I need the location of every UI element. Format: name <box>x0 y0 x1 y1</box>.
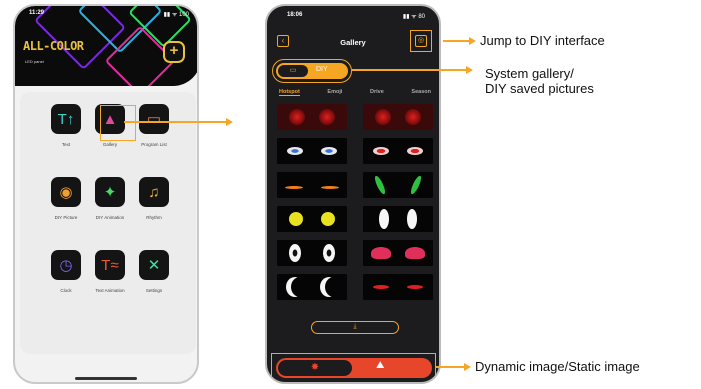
callout-dynamic-static: Dynamic image/Static image <box>475 359 640 374</box>
home-screen-phone: 11:29 ▮▮ ᯤ 100 ALL-COLOR LED panel + T↑ … <box>13 4 199 384</box>
app-logo: ALL-COLOR <box>23 39 84 53</box>
gallery-screen-phone: 18:06 ▮▮ ᯤ 80 ‹ Gallery ◎ ▭ DIY Hotspot … <box>265 4 441 384</box>
eye-image <box>407 285 423 289</box>
picture-icon: ⛰ <box>376 360 385 371</box>
gallery-item[interactable] <box>363 240 433 266</box>
status-icons: ▮▮ ᯤ 100 <box>163 12 189 18</box>
eye-image <box>325 277 343 297</box>
eye-image <box>373 285 389 289</box>
gallery-item[interactable] <box>277 138 347 164</box>
system-gallery-icon[interactable]: ▭ <box>278 65 308 77</box>
tab-hotspot[interactable]: Hotspot <box>279 89 300 96</box>
diy-edit-icon: ◎ <box>417 37 425 44</box>
gallery-item[interactable] <box>363 172 433 198</box>
callout-arrow-line <box>352 69 466 71</box>
callout-arrow-line <box>443 40 469 42</box>
callout-arrow-line <box>124 121 226 123</box>
status-time: 11:29 <box>29 10 45 16</box>
diy-picture-icon: ◉ <box>51 177 81 207</box>
tab-season[interactable]: Season <box>411 89 431 96</box>
star-burst-icon: ✸ <box>310 362 320 373</box>
text-animation-icon: T≈ <box>95 250 125 280</box>
gallery-highlight-box <box>100 105 136 141</box>
gallery-grid <box>277 104 433 314</box>
gallery-item[interactable] <box>277 240 347 266</box>
callout-system-gallery-line1: System gallery/ <box>485 66 574 81</box>
gallery-item[interactable] <box>277 172 347 198</box>
app-label: Settings <box>145 288 163 293</box>
eye-image <box>409 174 423 196</box>
eye-image <box>373 147 389 155</box>
gallery-item[interactable] <box>277 206 347 232</box>
add-button[interactable]: + <box>163 41 185 63</box>
home-header: 11:29 ▮▮ ᯤ 100 ALL-COLOR LED panel + <box>15 6 197 86</box>
callout-diy-jump: Jump to DIY interface <box>480 33 605 48</box>
rhythm-icon: ♫ <box>139 177 169 207</box>
gallery-item[interactable] <box>363 206 433 232</box>
eye-image <box>285 186 303 189</box>
diy-jump-button[interactable]: ◎ <box>415 35 427 47</box>
tab-emoji[interactable]: Emoji <box>327 89 342 96</box>
app-label: Rhythm <box>146 215 162 220</box>
eye-image <box>289 212 303 226</box>
eye-image <box>371 247 391 259</box>
eye-image <box>407 147 423 155</box>
app-rhythm[interactable]: ♫ Rhythm <box>126 177 182 235</box>
download-icon: ⤓ <box>353 323 357 330</box>
eye-image <box>373 174 387 196</box>
clock-icon: ◷ <box>51 250 81 280</box>
eye-image <box>379 209 389 229</box>
eye-image <box>321 186 339 189</box>
eye-image <box>291 277 309 297</box>
diy-toggle-label[interactable]: DIY <box>316 66 328 73</box>
eye-image <box>319 109 335 125</box>
callout-arrow-head <box>469 36 476 45</box>
eye-image <box>321 212 335 226</box>
status-time: 18:06 <box>287 12 303 18</box>
eye-image <box>289 244 301 262</box>
eye-image <box>407 209 417 229</box>
callout-arrow-line <box>436 366 464 368</box>
program-list-icon: ▭ <box>139 104 169 134</box>
gallery-item[interactable] <box>277 104 347 130</box>
eye-image <box>405 247 425 259</box>
app-label: Program List <box>141 142 167 147</box>
gallery-item[interactable] <box>363 274 433 300</box>
eye-image <box>375 109 391 125</box>
callout-arrow-head <box>226 117 233 126</box>
gallery-item[interactable] <box>277 274 347 300</box>
diy-animation-icon: ✦ <box>95 177 125 207</box>
image-type-toggle[interactable]: ✸ ⛰ <box>276 358 432 378</box>
eye-image <box>323 244 335 262</box>
gallery-item[interactable] <box>363 138 433 164</box>
eye-image <box>287 147 303 155</box>
category-tabs: Hotspot Emoji Drive Season <box>279 89 431 96</box>
gallery-item[interactable] <box>363 104 433 130</box>
app-logo-subtitle: LED panel <box>25 59 44 64</box>
home-indicator <box>75 377 137 380</box>
dynamic-image-button[interactable]: ✸ <box>278 360 352 376</box>
gallery-source-toggle[interactable]: ▭ DIY <box>276 63 348 79</box>
text-icon: T↑ <box>51 104 81 134</box>
app-settings[interactable]: ✕ Settings <box>126 250 182 308</box>
download-button[interactable]: ⤓ <box>311 321 399 334</box>
tab-drive[interactable]: Drive <box>370 89 384 96</box>
static-image-button[interactable]: ⛰ <box>376 360 384 371</box>
callout-arrow-head <box>464 362 471 371</box>
settings-icon: ✕ <box>139 250 169 280</box>
eye-image <box>289 109 305 125</box>
callout-system-gallery-line2: DIY saved pictures <box>485 81 594 96</box>
status-icons: ▮▮ ᯤ 80 <box>402 14 425 20</box>
eye-image <box>405 109 421 125</box>
callout-arrow-head <box>466 65 473 74</box>
eye-image <box>321 147 337 155</box>
